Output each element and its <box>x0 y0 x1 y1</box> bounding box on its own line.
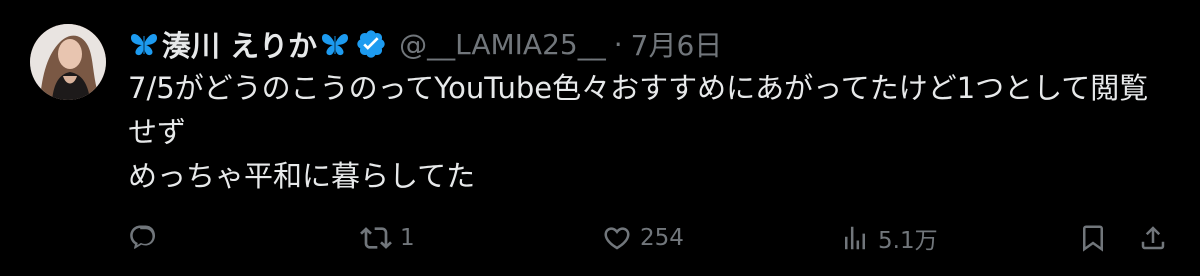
tweet-header: 湊川 えりか @__LAMIA25__ · 7月6日 <box>128 24 1168 64</box>
share-button[interactable] <box>1138 216 1168 260</box>
tweet-date[interactable]: 7月6日 <box>631 24 723 64</box>
header-separator: · <box>613 27 623 61</box>
retweet-count: 1 <box>400 225 415 251</box>
reply-button[interactable] <box>128 216 166 260</box>
tweet-text-line: めっちゃ平和に暮らしてた <box>128 159 476 193</box>
retweet-button[interactable]: 1 <box>360 216 415 260</box>
views-button[interactable]: 5.1万 <box>840 216 938 260</box>
tweet-text: 7/5がどうのこうのってYouTube色々おすすめにあがってたけど1つとして閲覧… <box>128 66 1168 198</box>
bookmark-button[interactable] <box>1078 216 1108 260</box>
butterfly-icon <box>319 29 351 59</box>
tweet-action-bar: 1 254 5.1万 <box>128 216 1173 260</box>
views-chart-icon <box>845 226 865 250</box>
tweet-card[interactable]: 湊川 えりか @__LAMIA25__ · 7月6日 7/5がどうのこうのってY… <box>0 0 1200 276</box>
butterfly-icon <box>128 29 160 59</box>
like-button[interactable]: 254 <box>602 216 684 260</box>
like-count: 254 <box>640 225 684 251</box>
retweet-icon <box>360 227 392 249</box>
avatar-photo <box>30 24 106 100</box>
verified-badge-icon[interactable] <box>355 28 387 60</box>
share-icon <box>1141 226 1165 250</box>
author-display-name[interactable]: 湊川 えりか <box>162 23 317 65</box>
avatar[interactable] <box>30 24 106 100</box>
tweet-text-line: 7/5がどうのこうのってYouTube色々おすすめにあがってたけど1つとして閲覧… <box>128 71 1149 149</box>
bookmark-icon <box>1083 225 1103 252</box>
heart-icon <box>604 227 630 250</box>
views-count: 5.1万 <box>878 228 938 254</box>
author-handle[interactable]: @__LAMIA25__ <box>399 28 606 61</box>
reply-icon <box>130 225 156 249</box>
tweet-content: 湊川 えりか @__LAMIA25__ · 7月6日 7/5がどうのこうのってY… <box>128 24 1168 198</box>
